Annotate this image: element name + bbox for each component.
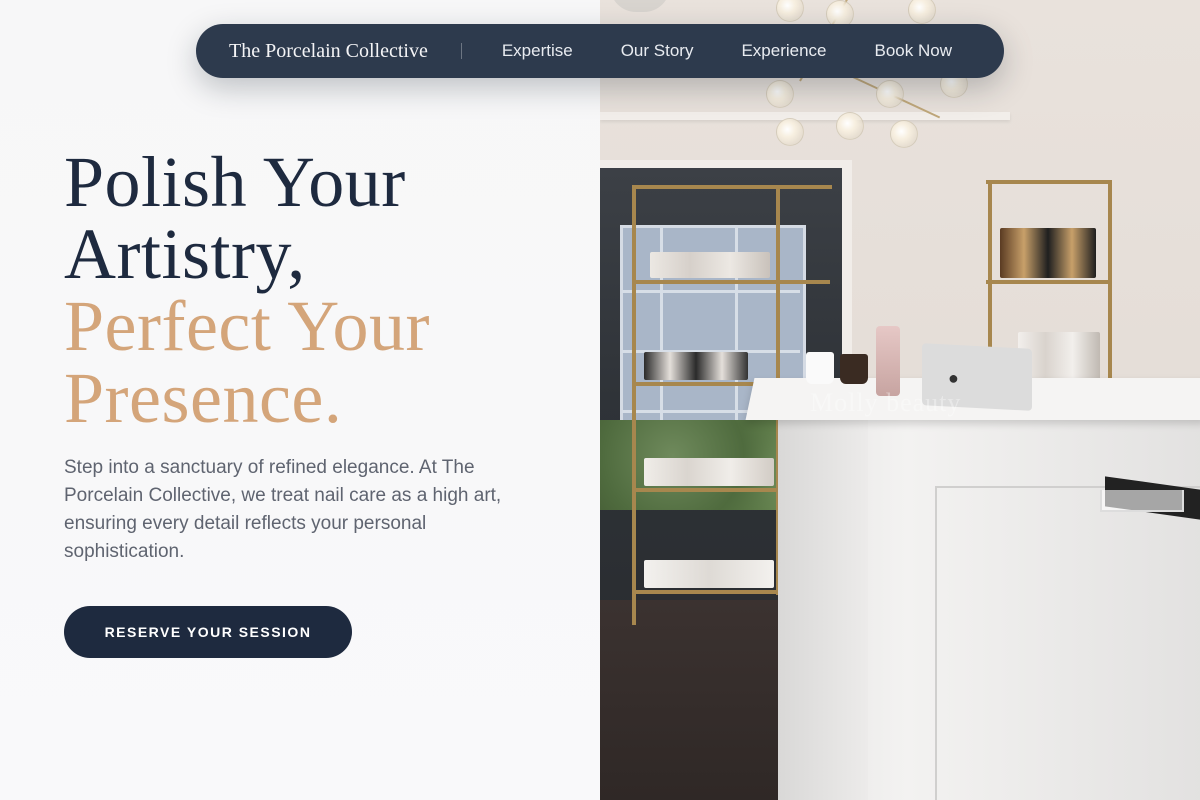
nav-divider <box>460 43 462 59</box>
hero-headline-line: Polish Your <box>64 142 406 222</box>
photo-counter-side <box>778 410 868 800</box>
top-navigation: The Porcelain Collective Expertise Our S… <box>196 24 1004 78</box>
photo-bulb <box>766 80 794 108</box>
nav-link-experience[interactable]: Experience <box>741 41 826 61</box>
photo-shelf-post <box>632 185 636 625</box>
photo-cup <box>840 354 868 384</box>
photo-products <box>644 560 774 588</box>
hero-headline: Polish Your Artistry, Perfect Your Prese… <box>64 146 430 434</box>
photo-shelf-post <box>1108 180 1112 400</box>
photo-counter-panel <box>935 486 1200 800</box>
photo-cup <box>806 352 834 384</box>
photo-products <box>1000 228 1096 278</box>
nav-link-book-now[interactable]: Book Now <box>875 41 952 61</box>
photo-bulb <box>776 118 804 146</box>
salon-photo: ● Molly beauty <box>600 0 1200 800</box>
photo-shelf-board <box>986 280 1112 284</box>
photo-products <box>644 352 748 380</box>
photo-ceiling-molding <box>600 112 1010 120</box>
nav-link-our-story[interactable]: Our Story <box>621 41 694 61</box>
reserve-session-button[interactable]: RESERVE YOUR SESSION <box>64 606 352 658</box>
photo-shelf-board <box>634 280 830 284</box>
photo-bulb <box>876 80 904 108</box>
photo-shelf-board <box>986 180 1112 184</box>
apple-logo-icon: ● <box>948 368 959 388</box>
photo-products <box>650 252 770 278</box>
nav-link-expertise[interactable]: Expertise <box>502 41 573 61</box>
photo-shelf-board <box>632 185 832 189</box>
brand-logo[interactable]: The Porcelain Collective <box>229 40 428 63</box>
photo-bin-rim <box>1100 490 1184 512</box>
photo-bulb <box>890 120 918 148</box>
photo-products <box>644 458 774 486</box>
photo-flower-vase <box>876 326 900 396</box>
photo-shelf-board <box>634 590 780 594</box>
hero-headline-line: Artistry, <box>64 214 306 294</box>
photo-door-mullion <box>622 290 800 293</box>
photo-shelf-board <box>634 488 780 492</box>
photo-watermark: Molly beauty <box>810 388 962 417</box>
hero-headline-accent-line: Presence. <box>64 358 343 438</box>
hero-headline-accent-line: Perfect Your <box>64 286 430 366</box>
hero-description: Step into a sanctuary of refined eleganc… <box>64 457 502 562</box>
photo-bulb <box>836 112 864 140</box>
